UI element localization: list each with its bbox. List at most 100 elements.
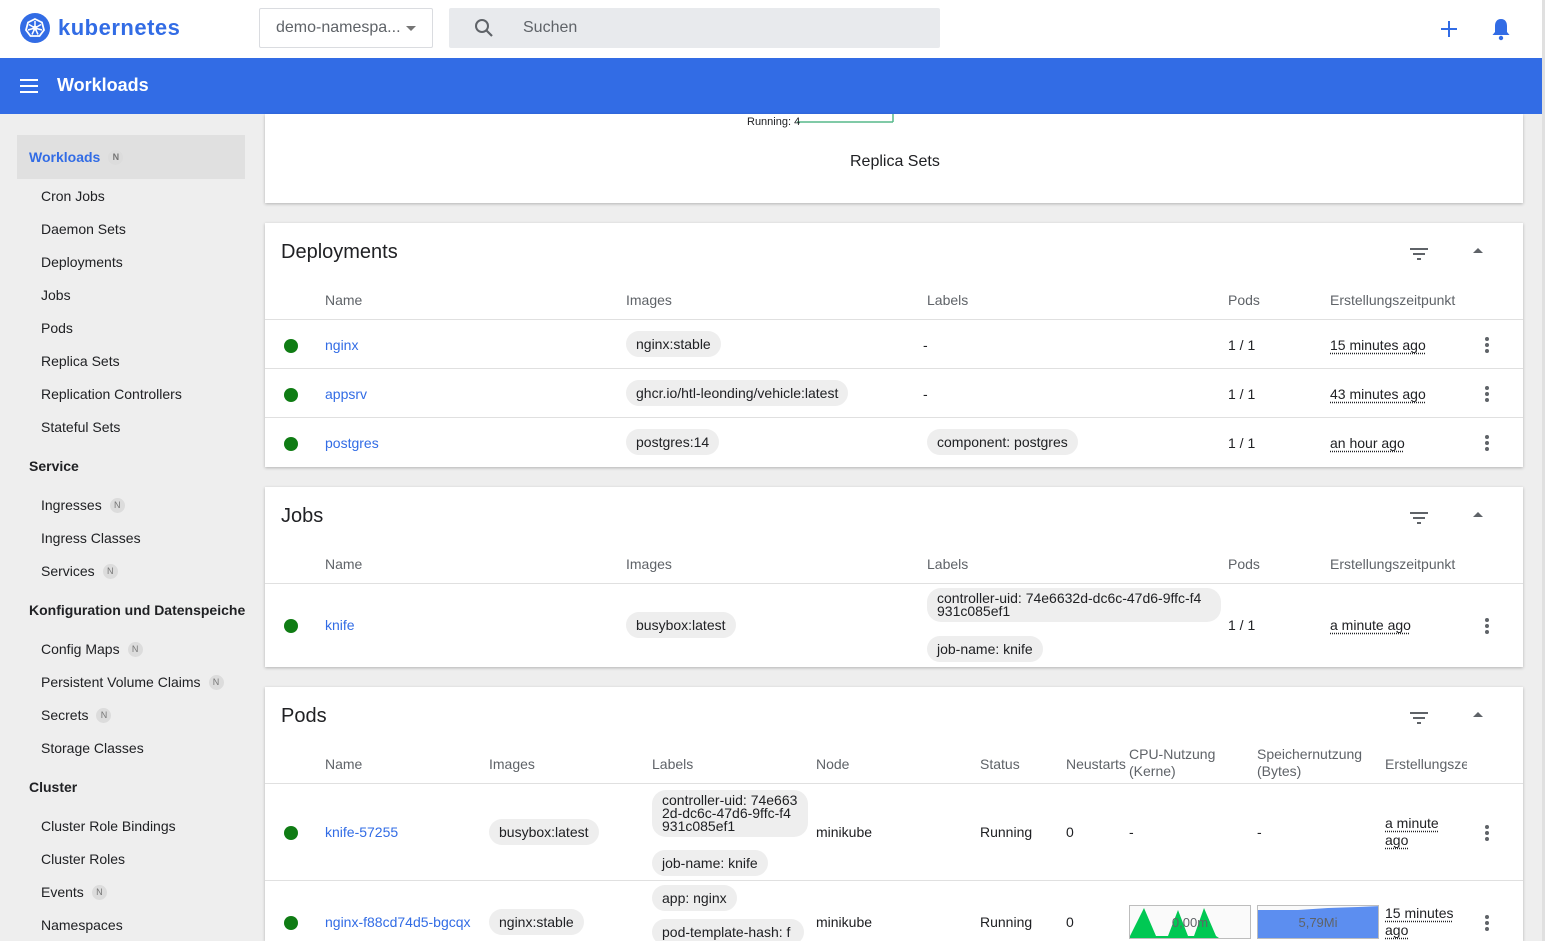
search-input[interactable] [523,8,923,48]
card-title: Jobs [281,505,324,527]
column-header-images[interactable]: Images [626,556,672,572]
sidebar-item-events[interactable]: Events N [41,884,107,900]
label-chip: app: nginx [652,885,737,911]
sidebar-item-namespaces[interactable]: Namespaces [41,917,123,933]
sidebar-item-persistent-volume-claims[interactable]: Persistent Volume Claims N [41,674,224,690]
job-name-link[interactable]: knife [325,617,355,633]
chart-caption: Replica Sets [850,153,940,170]
sidebar-item-config-maps[interactable]: Config Maps N [41,641,143,657]
sidebar-item-storage-classes[interactable]: Storage Classes [41,740,144,756]
row-menu-icon[interactable] [1485,435,1489,451]
sidebar-item-ingress-classes[interactable]: Ingress Classes [41,530,141,546]
deployment-name-link[interactable]: postgres [325,435,379,451]
app-logo[interactable]: kubernetes [20,13,180,43]
node-value: minikube [816,914,873,930]
column-header-name[interactable]: Name [325,556,362,572]
sidebar-item-label: Persistent Volume Claims [41,674,201,690]
status-ok-icon [284,339,298,353]
sidebar-section-config[interactable]: Konfiguration und Datenspeicherung [29,602,245,618]
pods-value: 1 / 1 [1228,617,1256,633]
pods-card: Pods Name Images Labels Node Status Neus… [265,687,1523,941]
sidebar-item-pods[interactable]: Pods [41,320,73,336]
cpu-sparkline: 0,00m [1129,905,1251,939]
sidebar-item-services[interactable]: Services N [41,563,118,579]
column-header-status[interactable]: Status [980,756,1020,772]
column-header-images[interactable]: Images [626,292,672,308]
namespaced-badge: N [109,497,125,513]
column-header-memory[interactable]: Speichernutzung (Bytes) [1257,746,1372,780]
row-menu-icon[interactable] [1485,618,1489,634]
status-ok-icon [284,437,298,451]
filter-icon[interactable] [1409,511,1429,525]
sidebar-item-replication-controllers[interactable]: Replication Controllers [41,386,182,402]
sidebar-item-secrets[interactable]: Secrets N [41,707,112,723]
sidebar-item-replica-sets[interactable]: Replica Sets [41,353,120,369]
collapse-chevron-icon[interactable] [1473,512,1483,517]
column-header-restarts[interactable]: Neustarts [1066,756,1126,772]
label-chip: controller-uid: 74e6632d-dc6c-47d6-9ffc-… [927,588,1221,622]
sidebar-item-jobs[interactable]: Jobs [41,287,71,303]
column-header-created[interactable]: Erstellungszeitpunkt [1330,292,1468,308]
sidebar-item-workloads[interactable]: Workloads N [29,149,124,165]
cpu-value: - [1129,824,1134,840]
column-header-pods[interactable]: Pods [1228,556,1260,572]
column-header-labels[interactable]: Labels [927,556,968,572]
row-menu-icon[interactable] [1485,915,1489,931]
title-bar: Workloads [0,58,1542,114]
filter-icon[interactable] [1409,247,1429,261]
pod-name-link[interactable]: knife-57255 [325,824,398,840]
column-header-labels[interactable]: Labels [652,756,693,772]
create-plus-icon[interactable] [1436,16,1462,42]
app-name: kubernetes [58,15,181,40]
search-bar[interactable] [449,8,940,48]
row-menu-icon[interactable] [1485,386,1489,402]
column-header-name[interactable]: Name [325,756,362,772]
column-header-name[interactable]: Name [325,292,362,308]
column-header-created[interactable]: Erstellungszeitpunkt [1330,556,1468,572]
sidebar-item-stateful-sets[interactable]: Stateful Sets [41,419,120,435]
namespace-select[interactable]: demo-namespa... [259,8,433,48]
label-chip: job-name: knife [652,850,768,876]
collapse-chevron-icon[interactable] [1473,248,1483,253]
card-title: Deployments [281,241,398,263]
sidebar-item-deployments[interactable]: Deployments [41,254,123,270]
namespaced-badge: N [91,884,107,900]
memory-sparkline: 5,79Mi [1257,905,1379,939]
dropdown-caret-icon [406,26,416,31]
collapse-chevron-icon[interactable] [1473,712,1483,717]
sidebar-item-cluster-role-bindings[interactable]: Cluster Role Bindings [41,818,176,834]
sidebar-item-daemon-sets[interactable]: Daemon Sets [41,221,126,237]
row-menu-icon[interactable] [1485,337,1489,353]
pods-value: 1 / 1 [1228,435,1256,451]
sidebar-item-cron-jobs[interactable]: Cron Jobs [41,188,105,204]
column-header-cpu[interactable]: CPU-Nutzung (Kerne) [1129,746,1234,780]
sidebar-section-service[interactable]: Service [29,458,79,474]
sidebar-item-ingresses[interactable]: Ingresses N [41,497,125,513]
notifications-bell-icon[interactable] [1489,16,1513,42]
deployment-name-link[interactable]: appsrv [325,386,367,402]
sidebar-section-cluster[interactable]: Cluster [29,779,77,795]
status-ok-icon [284,619,298,633]
column-header-labels[interactable]: Labels [927,292,968,308]
image-chip: nginx:stable [489,909,584,935]
row-menu-icon[interactable] [1485,825,1489,841]
column-header-pods[interactable]: Pods [1228,292,1260,308]
created-time: 15 minutes ago [1330,337,1426,353]
hamburger-menu-icon[interactable] [20,79,38,93]
top-bar: kubernetes demo-namespa... [0,0,1545,58]
sidebar-item-cluster-roles[interactable]: Cluster Roles [41,851,125,867]
column-header-created[interactable]: Erstellungszeitpunkt [1385,756,1467,772]
deployment-name-link[interactable]: nginx [325,337,358,353]
sidebar-item-label: Events [41,884,84,900]
namespaced-badge: N [102,563,118,579]
sidebar-item-label: Services [41,563,95,579]
labels-value: - [923,337,928,353]
pod-name-link[interactable]: nginx-f88cd74d5-bgcqx [325,914,471,930]
column-header-node[interactable]: Node [816,756,849,772]
cpu-sparkline-value: 0,00m [1171,915,1209,930]
filter-icon[interactable] [1409,711,1429,725]
label-chip: job-name: knife [927,636,1043,662]
namespaced-badge: N [96,707,112,723]
image-chip: ghcr.io/htl-leonding/vehicle:latest [626,380,849,406]
column-header-images[interactable]: Images [489,756,535,772]
